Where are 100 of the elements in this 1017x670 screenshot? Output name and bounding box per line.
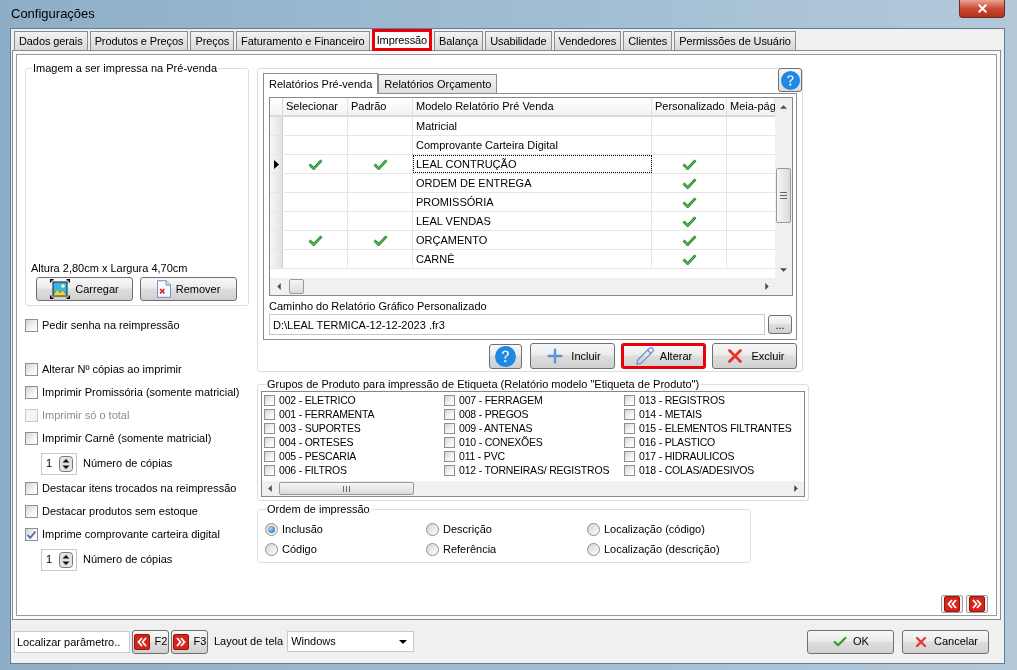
checkbox[interactable] xyxy=(444,450,455,462)
radio-label: Localização (descrição) xyxy=(604,542,720,556)
scrollbar-thumb[interactable] xyxy=(289,279,304,294)
horizontal-scrollbar[interactable] xyxy=(262,481,804,496)
checkbox-label: 016 - PLASTICO xyxy=(639,435,715,449)
tab[interactable]: Preços xyxy=(190,31,235,50)
up-arrow-icon[interactable] xyxy=(780,104,787,109)
column-header[interactable]: Padrão xyxy=(348,98,413,115)
help-button[interactable] xyxy=(489,343,522,369)
column-header[interactable]: Modelo Relatório Pré Venda xyxy=(413,98,652,115)
checkbox[interactable] xyxy=(25,432,38,445)
cancel-button[interactable]: Cancelar xyxy=(902,629,989,654)
down-arrow-icon[interactable] xyxy=(780,267,787,272)
check-icon xyxy=(681,196,697,208)
checkbox[interactable] xyxy=(25,386,38,399)
add-button[interactable]: Incluir xyxy=(530,343,615,369)
radio-button[interactable] xyxy=(265,542,278,556)
checkbox[interactable] xyxy=(624,422,635,434)
tab[interactable]: Usabilidade xyxy=(485,31,552,50)
table-cell: LEAL CONTRUÇÃO xyxy=(413,155,652,173)
previous-button[interactable] xyxy=(941,595,963,613)
tab[interactable]: Produtos e Preços xyxy=(89,31,189,50)
delete-button[interactable]: Excluir xyxy=(712,343,797,369)
checkbox[interactable] xyxy=(444,436,455,448)
radio-button[interactable] xyxy=(587,522,600,536)
tab[interactable]: Relatórios Orçamento xyxy=(378,74,498,93)
tab[interactable]: Vendedores xyxy=(553,31,622,50)
browse-button[interactable]: ... xyxy=(768,315,792,334)
scrollbar-thumb[interactable] xyxy=(776,168,791,223)
spin-arrows-icon[interactable] xyxy=(59,455,73,472)
row-indicator[interactable] xyxy=(270,155,283,173)
remove-button[interactable]: Remover xyxy=(140,277,237,301)
check-icon xyxy=(307,234,323,246)
help-button[interactable] xyxy=(778,68,802,92)
column-header[interactable]: Personalizado xyxy=(652,98,727,115)
horizontal-scrollbar[interactable] xyxy=(270,278,792,295)
checkbox[interactable] xyxy=(444,464,455,476)
checkbox[interactable] xyxy=(25,482,38,495)
left-arrow-icon[interactable] xyxy=(268,485,272,492)
left-arrow-icon[interactable] xyxy=(276,283,281,290)
check-icon xyxy=(681,234,697,246)
checkbox-label: Imprimir Promissória (somente matricial) xyxy=(42,386,240,399)
edit-button[interactable]: Alterar xyxy=(621,343,706,369)
product-group-list[interactable] xyxy=(261,391,805,497)
tab[interactable]: Permissões de Usuário xyxy=(674,31,796,50)
checkbox[interactable] xyxy=(25,505,38,518)
next-button[interactable]: F3 xyxy=(171,629,208,654)
checkbox[interactable] xyxy=(444,408,455,420)
previous-button[interactable]: F2 xyxy=(132,629,169,654)
copies-spinbox[interactable]: 1 xyxy=(41,452,77,475)
checkbox-label: Imprimir só o total xyxy=(42,409,130,422)
checkbox[interactable] xyxy=(444,422,455,434)
close-button[interactable] xyxy=(959,0,1005,18)
checkbox[interactable] xyxy=(264,436,275,448)
table-cell: LEAL VENDAS xyxy=(413,212,652,230)
copies-spinbox[interactable]: 1 xyxy=(41,548,77,571)
tab[interactable]: Balança xyxy=(434,31,484,50)
tab[interactable]: Impressão xyxy=(371,29,433,51)
load-button[interactable]: Carregar xyxy=(36,277,133,301)
checkbox[interactable] xyxy=(264,450,275,462)
spinbox-label: Número de cópias xyxy=(83,457,173,470)
next-button[interactable] xyxy=(966,595,988,613)
checkbox[interactable] xyxy=(624,450,635,462)
radio-button[interactable] xyxy=(265,522,278,536)
checkbox[interactable] xyxy=(624,436,635,448)
help-icon xyxy=(780,70,800,90)
ok-button[interactable]: OK xyxy=(807,629,894,654)
tab[interactable]: Relatórios Pré-venda xyxy=(263,73,379,94)
check-icon xyxy=(681,215,697,227)
checkbox[interactable] xyxy=(444,394,455,406)
tab[interactable]: Clientes xyxy=(623,31,673,50)
path-field[interactable]: D:\LEAL TERMICA-12-12-2023 .fr3 xyxy=(269,314,765,335)
radio-button[interactable] xyxy=(587,542,600,556)
checkbox-label: 004 - ORTESES xyxy=(279,435,354,449)
radio-button[interactable] xyxy=(426,522,439,536)
checkbox-label: 013 - REGISTROS xyxy=(639,393,725,407)
checkbox[interactable] xyxy=(624,408,635,420)
scrollbar-thumb[interactable] xyxy=(279,482,414,495)
checkbox[interactable] xyxy=(624,394,635,406)
checkbox[interactable] xyxy=(264,408,275,420)
checkbox[interactable] xyxy=(25,318,38,332)
spin-arrows-icon[interactable] xyxy=(59,551,73,568)
layout-select[interactable]: Windows xyxy=(287,631,415,652)
checkbox[interactable] xyxy=(25,363,38,376)
radio-button[interactable] xyxy=(426,542,439,556)
tab[interactable]: Dados gerais xyxy=(14,31,88,50)
checkbox[interactable] xyxy=(264,422,275,434)
checkbox[interactable] xyxy=(264,394,275,406)
right-arrow-icon[interactable] xyxy=(764,283,769,290)
checkbox-label: 014 - METAIS xyxy=(639,407,702,421)
column-header[interactable]: Selecionar xyxy=(283,98,348,115)
checkbox[interactable] xyxy=(624,464,635,476)
vertical-scrollbar[interactable] xyxy=(775,98,792,278)
right-arrow-icon[interactable] xyxy=(794,485,798,492)
checkbox[interactable] xyxy=(25,528,38,541)
search-field[interactable]: Localizar parâmetro.. xyxy=(14,630,130,653)
checkbox[interactable] xyxy=(264,464,275,476)
checkbox-label: 003 - SUPORTES xyxy=(279,421,361,435)
checkbox-label: Imprime comprovante carteira digital xyxy=(42,528,220,541)
tab[interactable]: Faturamento e Financeiro xyxy=(236,31,370,50)
